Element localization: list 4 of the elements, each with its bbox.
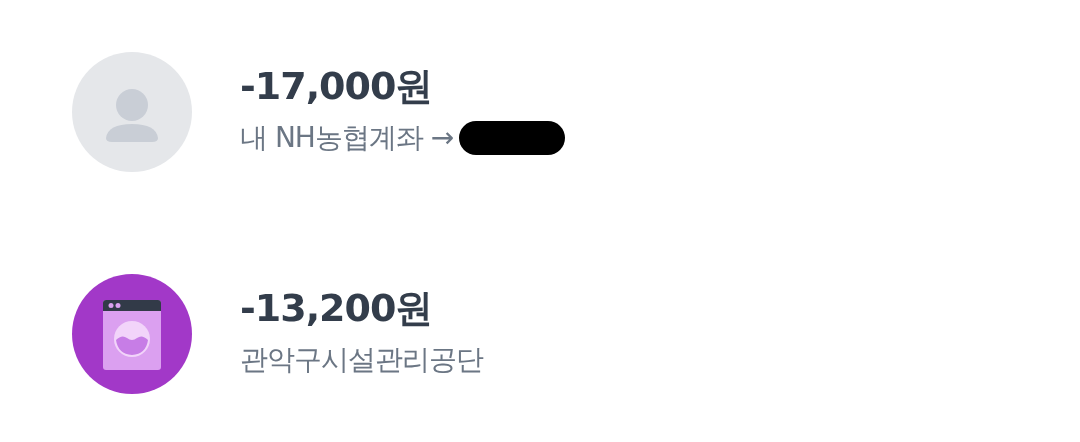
transaction-amount: -17,000원 bbox=[240, 63, 434, 110]
transaction-description: 내 NH농협계좌 → bbox=[240, 120, 454, 156]
transaction-amount: -13,200원 bbox=[240, 285, 434, 332]
transaction-description: 관악구시설관리공단 bbox=[240, 342, 483, 378]
